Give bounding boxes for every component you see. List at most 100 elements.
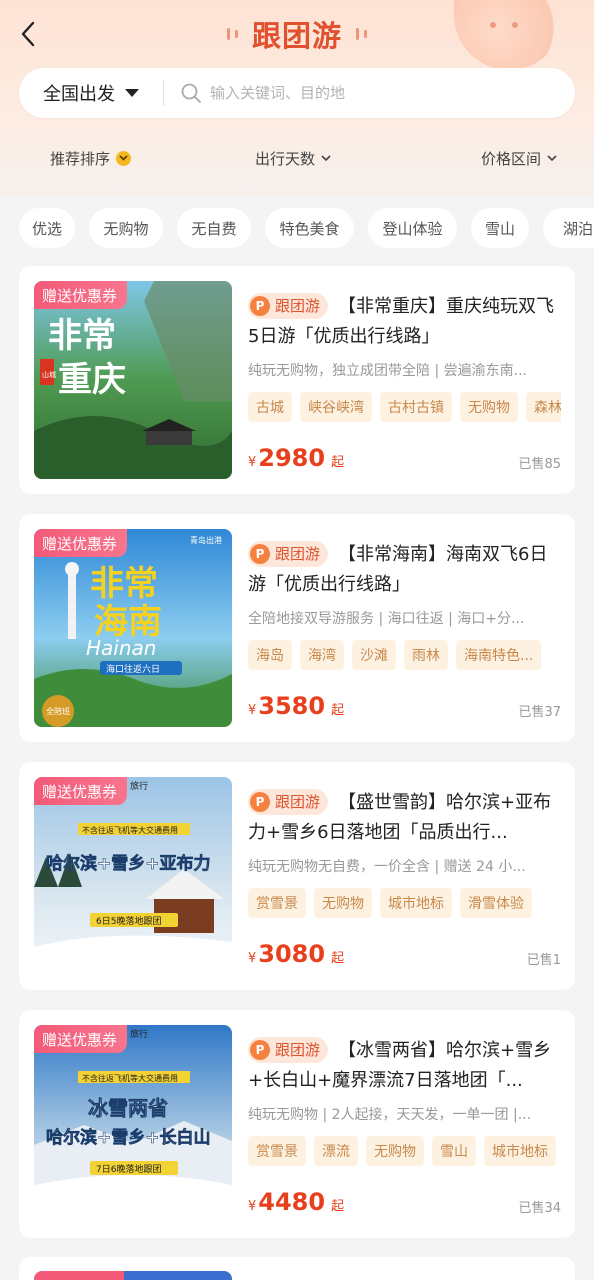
chevron-down-badge-icon (116, 150, 132, 166)
tour-image: 非常 重庆 山城 赠送优惠券 (34, 281, 232, 479)
title-decoration-right (356, 28, 367, 40)
tour-tag: 雪山 (432, 1136, 476, 1166)
search-input[interactable] (202, 68, 575, 118)
tour-image: 不含往返飞机等大交通费用 冰雪两省 哈尔滨+雪乡+长白山 7日6晚落地跟团 旅行… (34, 1025, 232, 1223)
image-text: 不含往返飞机等大交通费用 (82, 1073, 178, 1083)
image-text: 哈尔滨+雪乡+长白山 (46, 1127, 211, 1148)
tour-title: P 跟团游 【非常海南】海南双飞6日游「优质出行线路」 (248, 540, 561, 600)
tour-card[interactable]: 非常 海南 Hainan 海口往返六日 青岛出港 全陪班 赠送优惠券 P 跟团游【… (19, 514, 575, 742)
quick-filter-chips: 优选 无购物 无自费 特色美食 登山体验 雪山 湖泊 (0, 208, 594, 250)
days-filter-label: 出行天数 (255, 149, 316, 168)
image-text: 山城 (42, 370, 56, 379)
page-header: 跟团游 (0, 12, 594, 56)
tour-image: 非常 海南 Hainan 海口往返六日 青岛出港 全陪班 赠送优惠券 (34, 529, 232, 727)
coupon-badge: 赠送优惠券 (34, 281, 128, 309)
search-bar: 全国出发 (19, 68, 575, 118)
price-filter[interactable]: 价格区间 (481, 148, 557, 169)
filter-bar: 推荐排序 出行天数 价格区间 (0, 138, 594, 178)
tour-tag: 漂流 (314, 1136, 358, 1166)
tour-tag: 赏雪景 (248, 888, 306, 918)
price-value: 3580 (258, 692, 326, 720)
tour-title: P 跟团游 【非常重庆】重庆纯玩双飞5日游「优质出行线路」 (248, 292, 561, 352)
tour-tag: 雨林 (404, 640, 448, 670)
sold-count: 已售34 (518, 1201, 561, 1216)
chevron-down-icon (547, 154, 557, 161)
tour-desc: 纯玩无购物无自费，一价全含 | 赠送 24 小... (248, 859, 526, 875)
type-tag: P 跟团游 (248, 1037, 329, 1063)
tour-tag: 峡谷峡湾 (300, 392, 372, 422)
page-title: 跟团游 (251, 19, 342, 53)
sort-filter[interactable]: 推荐排序 (50, 148, 132, 169)
tour-title: P 跟团游 【冰雪两省】哈尔滨+雪乡+长白山+魔界漂流7日落地团「... (248, 1036, 561, 1096)
origin-label: 全国出发 (43, 84, 115, 105)
chip-no-extra-fee[interactable]: 无自费 (177, 208, 251, 248)
tour-tags: 古城 峡谷峡湾 古村古镇 无购物 森林 (248, 392, 561, 422)
image-text: 重庆 (58, 360, 126, 400)
tour-tags: 赏雪景 无购物 城市地标 滑雪体验 (248, 888, 561, 918)
tour-card[interactable]: 不含往返飞机等大交通费用 冰雪两省 哈尔滨+雪乡+长白山 7日6晚落地跟团 旅行… (19, 1010, 575, 1238)
image-text: 冰雪两省 (88, 1096, 168, 1120)
tour-tag: 海湾 (300, 640, 344, 670)
chip-no-shopping[interactable]: 无购物 (89, 208, 163, 248)
chip-hiking[interactable]: 登山体验 (368, 208, 457, 248)
caret-down-icon (125, 89, 139, 97)
tour-desc: 全陪地接双导游服务 | 海口往返 | 海口+分... (248, 611, 525, 627)
divider (163, 80, 164, 106)
tour-tags: 赏雪景 漂流 无购物 雪山 城市地标 (248, 1136, 561, 1166)
coupon-badge: 赠送优惠券 (34, 1025, 128, 1053)
price: ¥3580 起 (248, 692, 345, 720)
chip-lake[interactable]: 湖泊 (543, 208, 594, 248)
tour-tags: 海岛 海湾 沙滩 雨林 海南特色... (248, 640, 561, 670)
price-value: 3080 (258, 940, 326, 968)
image-text: Hainan (86, 636, 156, 660)
days-filter[interactable]: 出行天数 (255, 148, 331, 169)
coupon-badge: 赠送优惠券 (34, 777, 128, 805)
price: ¥4480 起 (248, 1188, 345, 1216)
tour-tag: 古城 (248, 392, 292, 422)
tour-card[interactable]: 不含往返飞机等大交通费用 哈尔滨+雪乡+亚布力 6日5晚落地跟团 旅行 赠送优惠… (19, 762, 575, 990)
image-text: 不含往返飞机等大交通费用 (82, 825, 178, 835)
tour-tag: 海南特色... (456, 640, 542, 670)
image-text: 全陪班 (46, 706, 70, 716)
price-value: 2980 (258, 444, 326, 472)
image-text: 哈尔滨+雪乡+亚布力 (46, 853, 211, 874)
tour-desc: 纯玩无购物，独立成团带全陪 | 尝遍渝东南... (248, 363, 527, 379)
image-text: 7日6晚落地跟团 (96, 1163, 161, 1175)
search-icon (180, 82, 202, 104)
image-text: 旅行 (130, 1028, 148, 1040)
tour-tag: 海岛 (248, 640, 292, 670)
tour-tag: 城市地标 (380, 888, 452, 918)
chip-food[interactable]: 特色美食 (265, 208, 354, 248)
tour-tag: 滑雪体验 (460, 888, 532, 918)
chip-youxuan[interactable]: 优选 (19, 208, 75, 248)
p-logo-icon: P (250, 296, 270, 316)
tour-tag: 无购物 (314, 888, 372, 918)
tour-tag: 森林 (526, 392, 561, 422)
tour-tag: 无购物 (366, 1136, 424, 1166)
chevron-down-icon (321, 154, 331, 161)
tour-image (34, 1271, 232, 1280)
p-logo-icon: P (250, 544, 270, 564)
tour-card[interactable]: 非常 重庆 山城 赠送优惠券 P 跟团游 【非常重庆】重庆纯玩双飞5日游「优质出行线… (19, 266, 575, 494)
tour-tag: 赏雪景 (248, 1136, 306, 1166)
image-text: 6日5晚落地跟团 (96, 915, 161, 927)
image-text: 海口往返六日 (106, 663, 160, 675)
tour-desc: 纯玩无购物 | 2人起接，天天发，一单一团 |... (248, 1107, 532, 1123)
chip-snow-mountain[interactable]: 雪山 (471, 208, 529, 248)
image-text: 旅行 (130, 780, 148, 792)
tour-tag: 沙滩 (352, 640, 396, 670)
type-tag: P 跟团游 (248, 293, 329, 319)
price: ¥2980 起 (248, 444, 345, 472)
tour-image: 不含往返飞机等大交通费用 哈尔滨+雪乡+亚布力 6日5晚落地跟团 旅行 赠送优惠… (34, 777, 232, 975)
type-tag: P 跟团游 (248, 789, 329, 815)
p-logo-icon: P (250, 792, 270, 812)
coupon-badge: 赠送优惠券 (34, 529, 128, 557)
price-value: 4480 (258, 1188, 326, 1216)
type-tag: P 跟团游 (248, 541, 329, 567)
tour-tag: 古村古镇 (380, 392, 452, 422)
sold-count: 已售85 (518, 457, 561, 472)
image-text: 非常 (90, 564, 158, 604)
sold-count: 已售1 (526, 953, 561, 968)
origin-selector[interactable]: 全国出发 (19, 80, 163, 106)
tour-card-partial[interactable] (19, 1257, 575, 1280)
